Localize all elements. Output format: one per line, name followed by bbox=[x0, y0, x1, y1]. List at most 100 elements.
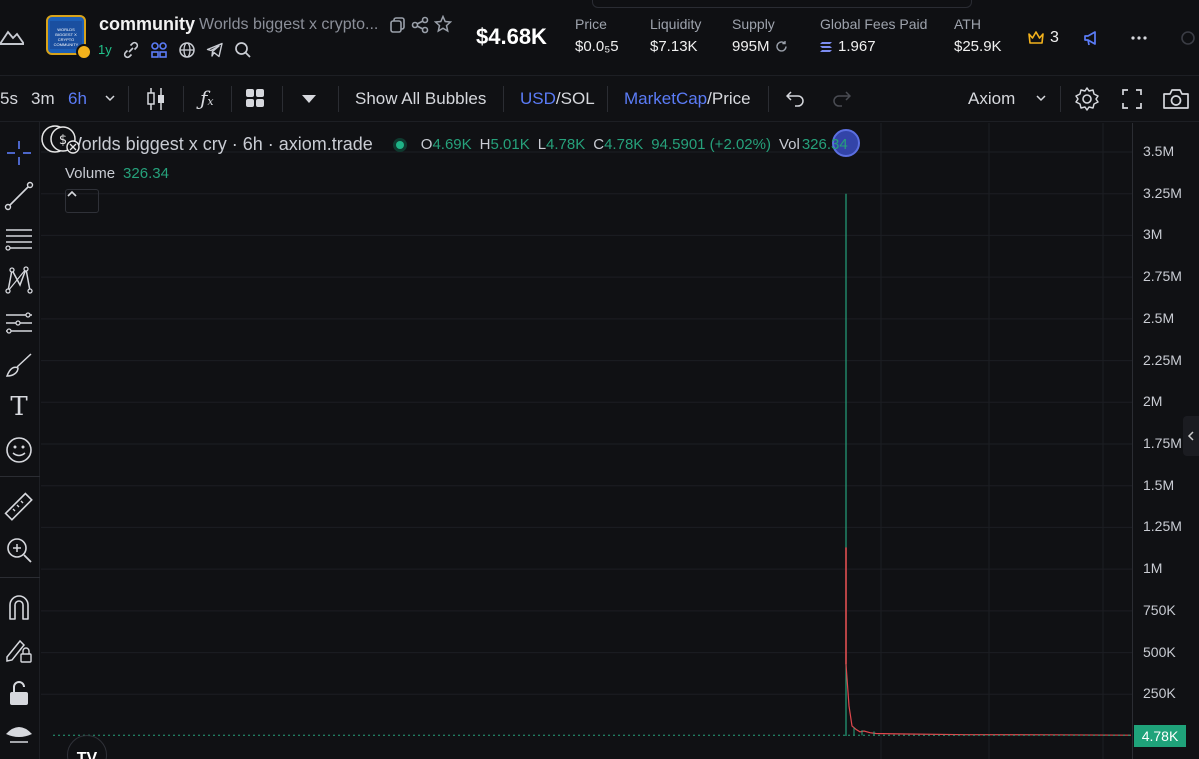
ohlc-values: O4.69K H5.01K L4.78K C4.78K 94.5901 (+2.… bbox=[421, 136, 848, 153]
timeframe-5s[interactable]: 5s bbox=[0, 89, 18, 109]
telegram-icon[interactable] bbox=[206, 41, 224, 59]
currency-toggle[interactable]: USD/SOL bbox=[520, 89, 595, 109]
search-icon[interactable] bbox=[234, 41, 252, 59]
stat-value: $7.13K bbox=[650, 38, 698, 55]
token-logo-text: WORLDS BIGGEST X CRYPTO COMMUNITY bbox=[50, 21, 82, 49]
trend-line-icon[interactable] bbox=[4, 181, 34, 211]
magnet-icon[interactable] bbox=[4, 593, 34, 623]
chevron-down-icon[interactable] bbox=[1035, 93, 1047, 103]
source-select[interactable]: Axiom bbox=[968, 89, 1015, 109]
fib-levels-icon[interactable] bbox=[4, 308, 34, 338]
horizontal-lines-icon[interactable] bbox=[4, 223, 34, 253]
top-dropdown-edge[interactable] bbox=[592, 0, 972, 8]
timeframe-6h[interactable]: 6h bbox=[68, 89, 87, 109]
stat-label: Price bbox=[575, 16, 607, 32]
axis-tick-label: 2.25M bbox=[1143, 351, 1182, 368]
metric-primary: MarketCap bbox=[624, 89, 708, 108]
caret-down-icon[interactable] bbox=[300, 93, 318, 105]
toolbar-divider bbox=[183, 86, 184, 112]
bubbles-icon[interactable] bbox=[150, 41, 168, 59]
redo-icon[interactable] bbox=[831, 89, 851, 107]
pattern-icon[interactable] bbox=[4, 265, 34, 295]
stat-global-fees: Global Fees Paid 1.967 bbox=[820, 16, 927, 55]
layout-grid-icon[interactable] bbox=[245, 88, 265, 108]
refresh-icon[interactable] bbox=[775, 40, 788, 53]
stat-supply: Supply 995M bbox=[732, 16, 788, 55]
chart-legend: Worlds biggest x cry · 6h · axiom.trade … bbox=[65, 134, 848, 155]
chart-canvas[interactable] bbox=[41, 123, 1132, 759]
more-icon[interactable] bbox=[1129, 28, 1149, 48]
camera-icon[interactable] bbox=[1162, 87, 1190, 111]
toolbar-divider bbox=[338, 86, 339, 112]
copy-icon[interactable] bbox=[389, 16, 407, 34]
chevron-down-icon[interactable] bbox=[104, 93, 116, 103]
token-fullname[interactable]: Worlds biggest x crypto... bbox=[199, 16, 378, 34]
fullscreen-icon[interactable] bbox=[1121, 88, 1143, 110]
stat-label: Liquidity bbox=[650, 16, 702, 32]
svg-text:$: $ bbox=[59, 133, 67, 148]
toolbar-divider bbox=[0, 577, 40, 578]
volume-value: 326.34 bbox=[123, 165, 169, 182]
currency-primary: USD bbox=[520, 89, 556, 108]
gear-icon[interactable] bbox=[1074, 86, 1100, 112]
crown-count: 3 bbox=[1050, 29, 1059, 46]
axis-tick-label: 1.5M bbox=[1143, 476, 1175, 493]
mountain-icon[interactable] bbox=[0, 26, 24, 48]
timeframe-3m[interactable]: 3m bbox=[31, 89, 55, 109]
candles-icon[interactable] bbox=[145, 86, 167, 112]
crown-counter[interactable]: 3 bbox=[1027, 29, 1059, 47]
axis-tick-label: 250K bbox=[1143, 685, 1176, 702]
axis-tick-label: 1.25M bbox=[1143, 518, 1182, 535]
crown-icon bbox=[1028, 31, 1044, 44]
megaphone-icon[interactable] bbox=[1082, 28, 1102, 48]
ohlc-close: 4.78K bbox=[604, 136, 644, 153]
link-icon[interactable] bbox=[122, 41, 140, 59]
share-icon[interactable] bbox=[411, 16, 429, 34]
live-status-icon bbox=[392, 137, 407, 152]
ruler-icon[interactable] bbox=[4, 492, 34, 522]
legend-title[interactable]: Worlds biggest x cry · 6h · axiom.trade bbox=[65, 134, 373, 155]
axis-tick-label: 500K bbox=[1143, 643, 1176, 660]
brush-icon[interactable] bbox=[4, 350, 34, 380]
axis-tick-label: 1.75M bbox=[1143, 435, 1182, 451]
axis-tick-label: 3.5M bbox=[1143, 143, 1175, 159]
ohlc-open: 4.69K bbox=[432, 136, 472, 153]
unlock-icon[interactable] bbox=[4, 678, 34, 708]
stat-label: Supply bbox=[732, 16, 775, 32]
crosshair-icon[interactable] bbox=[4, 138, 34, 168]
show-all-bubbles-button[interactable]: Show All Bubbles bbox=[355, 89, 486, 109]
axis-tick-label: 3M bbox=[1143, 226, 1163, 243]
token-age: 1y bbox=[98, 42, 112, 57]
settings-cut-icon[interactable] bbox=[1178, 28, 1198, 48]
globe-icon[interactable] bbox=[178, 41, 196, 59]
axis-tick-label: 1M bbox=[1143, 560, 1163, 577]
price-chart[interactable]: Worlds biggest x cry · 6h · axiom.trade … bbox=[41, 123, 1132, 759]
metric-toggle[interactable]: MarketCap/Price bbox=[624, 89, 751, 109]
emoji-icon[interactable] bbox=[4, 435, 34, 465]
ohlc-l-label: L bbox=[537, 136, 547, 153]
collapse-legend-button[interactable] bbox=[65, 189, 99, 213]
axis-tick-label: 3.25M bbox=[1143, 184, 1182, 201]
market-cap: $4.68K bbox=[476, 24, 547, 49]
stat-liquidity: Liquidity $7.13K bbox=[650, 16, 701, 55]
star-icon[interactable] bbox=[434, 15, 452, 33]
toolbar-divider bbox=[503, 86, 504, 112]
stat-label: Global Fees Paid bbox=[820, 16, 928, 32]
currency-secondary: /SOL bbox=[555, 89, 595, 108]
token-symbol[interactable]: community bbox=[99, 14, 195, 35]
undo-icon[interactable] bbox=[786, 89, 806, 107]
side-panel-toggle[interactable] bbox=[1183, 416, 1199, 456]
text-tool-icon[interactable]: T bbox=[4, 392, 34, 422]
ohlc-c-label: C bbox=[593, 136, 605, 153]
visibility-icon[interactable] bbox=[4, 720, 34, 750]
solana-icon bbox=[820, 41, 832, 52]
zoom-in-icon[interactable] bbox=[4, 535, 34, 565]
drawing-toolbar: T bbox=[0, 122, 40, 759]
stat-value: 995M bbox=[732, 38, 770, 55]
indicators-icon[interactable]: ƒx bbox=[200, 86, 214, 110]
lock-drawing-icon[interactable] bbox=[4, 635, 34, 665]
axis-tick-label: 750K bbox=[1143, 601, 1176, 618]
bubbles-toggle-icon[interactable]: $ bbox=[41, 123, 83, 155]
toolbar-divider bbox=[0, 476, 40, 477]
toolbar-divider bbox=[128, 86, 129, 112]
